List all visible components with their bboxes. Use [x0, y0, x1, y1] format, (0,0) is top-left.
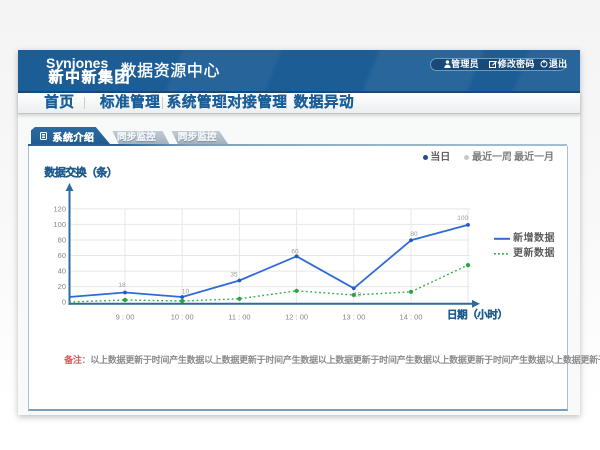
svg-text:10: 10 — [182, 289, 190, 296]
svg-text:10: 10 — [354, 292, 362, 299]
svg-text:100: 100 — [53, 220, 66, 229]
svg-text:14 : 00: 14 : 00 — [400, 313, 423, 322]
svg-text:35: 35 — [230, 272, 238, 279]
svg-text:80: 80 — [410, 231, 418, 238]
svg-text:60: 60 — [58, 251, 66, 260]
svg-text:120: 120 — [53, 204, 66, 213]
svg-text:100: 100 — [457, 215, 468, 222]
svg-text:80: 80 — [58, 236, 66, 245]
svg-text:20: 20 — [58, 282, 66, 291]
svg-text:11 : 00: 11 : 00 — [228, 313, 250, 322]
svg-text:40: 40 — [58, 267, 66, 276]
svg-text:9 : 00: 9 : 00 — [116, 313, 135, 322]
svg-text:13 : 00: 13 : 00 — [342, 313, 365, 322]
svg-text:10 : 00: 10 : 00 — [171, 313, 194, 322]
svg-text:60: 60 — [291, 249, 299, 256]
svg-text:0: 0 — [62, 297, 66, 306]
svg-text:12 : 00: 12 : 00 — [285, 313, 308, 322]
svg-text:18: 18 — [118, 282, 126, 289]
